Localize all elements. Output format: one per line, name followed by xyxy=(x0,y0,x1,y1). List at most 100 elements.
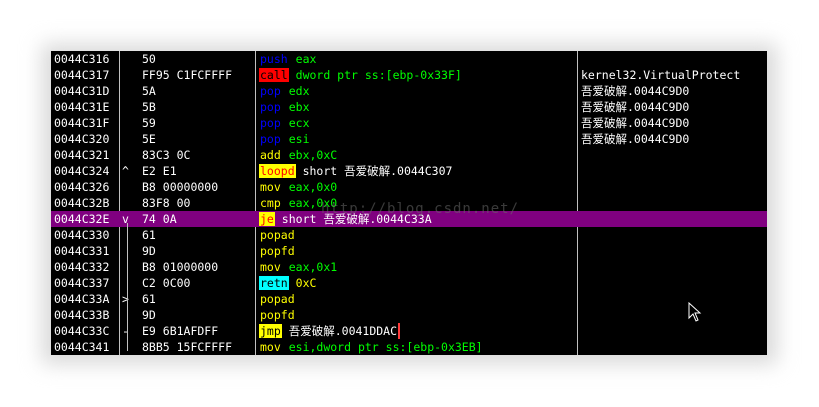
hex-bytes-cell: E9 6B1AFDFF xyxy=(142,324,219,338)
disassembly-row[interactable]: 0044C31D 5A pop edx 吾爱破解.0044C9D0 xyxy=(51,83,767,99)
hex-bytes-cell: B8 00000000 xyxy=(142,180,219,194)
hex-bytes-cell: 5E xyxy=(142,132,156,146)
instruction-cell: call dword ptr ss:[ebp-0x33F] xyxy=(259,67,577,83)
instruction-cell: pop ecx xyxy=(259,115,577,131)
disassembly-row[interactable]: 0044C33B 9D popfd xyxy=(51,307,767,323)
mnemonic: pop xyxy=(260,116,281,130)
address-cell: 0044C31E xyxy=(54,100,110,114)
jump-marker xyxy=(122,99,136,115)
instruction-cell: popad xyxy=(259,291,577,307)
mnemonic: pop xyxy=(260,132,281,146)
hex-bytes-cell: C2 0C00 xyxy=(142,276,191,290)
operands: eax,0x1 xyxy=(288,260,338,274)
jump-marker xyxy=(122,131,136,147)
instruction: add ebx,0xC xyxy=(259,148,337,162)
instruction: popad xyxy=(259,292,296,306)
instruction-cell: push eax xyxy=(259,51,577,67)
jump-marker xyxy=(122,83,136,99)
hex-bytes-cell: 9D xyxy=(142,308,156,322)
operands: eax,0x0 xyxy=(288,180,338,194)
instruction-cell: add ebx,0xC xyxy=(259,147,577,163)
mnemonic: popfd xyxy=(260,244,295,258)
mnemonic: mov xyxy=(260,260,281,274)
mnemonic: popad xyxy=(260,228,295,242)
instruction: loopd short 吾爱破解.0044C307 xyxy=(259,164,452,178)
instruction: mov esi,dword ptr ss:[ebp-0x3EB] xyxy=(259,340,483,354)
jump-marker xyxy=(122,195,136,211)
hex-bytes-cell: FF95 C1FCFFFF xyxy=(142,68,233,82)
jump-marker: ^ xyxy=(122,164,129,178)
mnemonic: call xyxy=(259,68,289,82)
disassembly-window[interactable]: 0044C316 50 push eax 0044C317 FF95 C1FCFFFF c… xyxy=(51,51,767,355)
jump-marker xyxy=(122,67,136,83)
jump-marker xyxy=(122,51,136,67)
address-cell: 0044C326 xyxy=(54,180,110,194)
disassembly-row[interactable]: 0044C317 FF95 C1FCFFFF call dword ptr ss:[… xyxy=(51,67,767,83)
mnemonic: add xyxy=(260,148,281,162)
mnemonic: retn xyxy=(259,276,289,290)
instruction-cell: loopd short 吾爱破解.0044C307 xyxy=(259,163,577,179)
disassembly-row[interactable]: 0044C31F 59 pop ecx 吾爱破解.0044C9D0 xyxy=(51,115,767,131)
address-cell: 0044C321 xyxy=(54,148,110,162)
operands: ebx,0xC xyxy=(288,148,338,162)
disassembly-row[interactable]: 0044C331 9D popfd xyxy=(51,243,767,259)
instruction: push eax xyxy=(259,52,316,66)
disassembly-row[interactable]: 0044C341 8BB5 15FCFFFF mov esi,dword ptr s… xyxy=(51,339,767,355)
disassembly-row[interactable]: 0044C31E 5B pop ebx 吾爱破解.0044C9D0 xyxy=(51,99,767,115)
disassembly-row[interactable]: 0044C324 ^ E2 E1 loopd short 吾爱破解.0044C307 xyxy=(51,163,767,179)
operands: edx xyxy=(288,84,310,98)
address-cell: 0044C324 xyxy=(54,164,110,178)
disassembly-row[interactable]: 0044C337 C2 0C00 retn 0xC xyxy=(51,275,767,291)
instruction: retn 0xC xyxy=(259,276,316,290)
address-cell: 0044C332 xyxy=(54,260,110,274)
instruction-cell: pop ebx xyxy=(259,99,577,115)
operands: eax xyxy=(295,52,317,66)
comment-cell: 吾爱破解.0044C9D0 xyxy=(581,116,690,130)
instruction: pop edx xyxy=(259,84,310,98)
mnemonic: pop xyxy=(260,100,281,114)
mnemonic: popad xyxy=(260,292,295,306)
instruction-cell: retn 0xC xyxy=(259,275,577,291)
instruction-cell: popad xyxy=(259,227,577,243)
comment-cell: 吾爱破解.0044C9D0 xyxy=(581,84,690,98)
instruction-cell: popfd xyxy=(259,307,577,323)
address-cell: 0044C330 xyxy=(54,228,110,242)
address-cell: 0044C337 xyxy=(54,276,110,290)
disassembly-row[interactable]: 0044C33A >61 popad xyxy=(51,291,767,307)
mnemonic: je xyxy=(259,212,275,226)
disassembly-row[interactable]: 0044C326 B8 00000000 mov eax,0x0 xyxy=(51,179,767,195)
mnemonic: mov xyxy=(260,340,281,354)
instruction: popfd xyxy=(259,308,296,322)
instruction: popfd xyxy=(259,244,296,258)
hex-bytes-cell: 8BB5 15FCFFFF xyxy=(142,340,233,354)
disassembly-row[interactable]: 0044C332 B8 01000000 mov eax,0x1 xyxy=(51,259,767,275)
mouse-pointer-icon xyxy=(688,302,702,322)
operands: dword ptr ss:[ebp-0x33F] xyxy=(295,68,462,82)
jump-marker xyxy=(122,147,136,163)
disassembly-row[interactable]: 0044C330 61 popad xyxy=(51,227,767,243)
instruction-cell: mov eax,0x0 xyxy=(259,179,577,195)
hex-bytes-cell: 5B xyxy=(142,100,156,114)
disassembly-row[interactable]: 0044C321 83C3 0C add ebx,0xC xyxy=(51,147,767,163)
instruction: pop esi xyxy=(259,132,310,146)
operands: esi xyxy=(288,132,310,146)
disassembly-row[interactable]: 0044C320 5E pop esi 吾爱破解.0044C9D0 xyxy=(51,131,767,147)
mnemonic: cmp xyxy=(260,196,281,210)
hex-bytes-cell: B8 01000000 xyxy=(142,260,219,274)
disassembly-row[interactable]: 0044C33C - E9 6B1AFDFF jmp 吾爱破解.0041DDAC xyxy=(51,323,767,339)
instruction-cell: mov eax,0x1 xyxy=(259,259,577,275)
instruction: popad xyxy=(259,228,296,242)
comment-cell: kernel32.VirtualProtect xyxy=(581,68,741,82)
operands: 吾爱破解.0041DDAC xyxy=(288,324,398,338)
mnemonic: pop xyxy=(260,84,281,98)
instruction: mov eax,0x1 xyxy=(259,260,337,274)
operands: ecx xyxy=(288,116,310,130)
hex-bytes-cell: 74 0A xyxy=(142,212,177,226)
address-cell: 0044C31F xyxy=(54,116,110,130)
operands: ebx xyxy=(288,100,310,114)
highlighted-instruction: jmp 吾爱破解.0041DDAC xyxy=(259,323,401,339)
instruction-cell: popfd xyxy=(259,243,577,259)
instruction: pop ecx xyxy=(259,116,310,130)
disassembly-row[interactable]: 0044C316 50 push eax xyxy=(51,51,767,67)
instruction: call dword ptr ss:[ebp-0x33F] xyxy=(259,68,462,82)
